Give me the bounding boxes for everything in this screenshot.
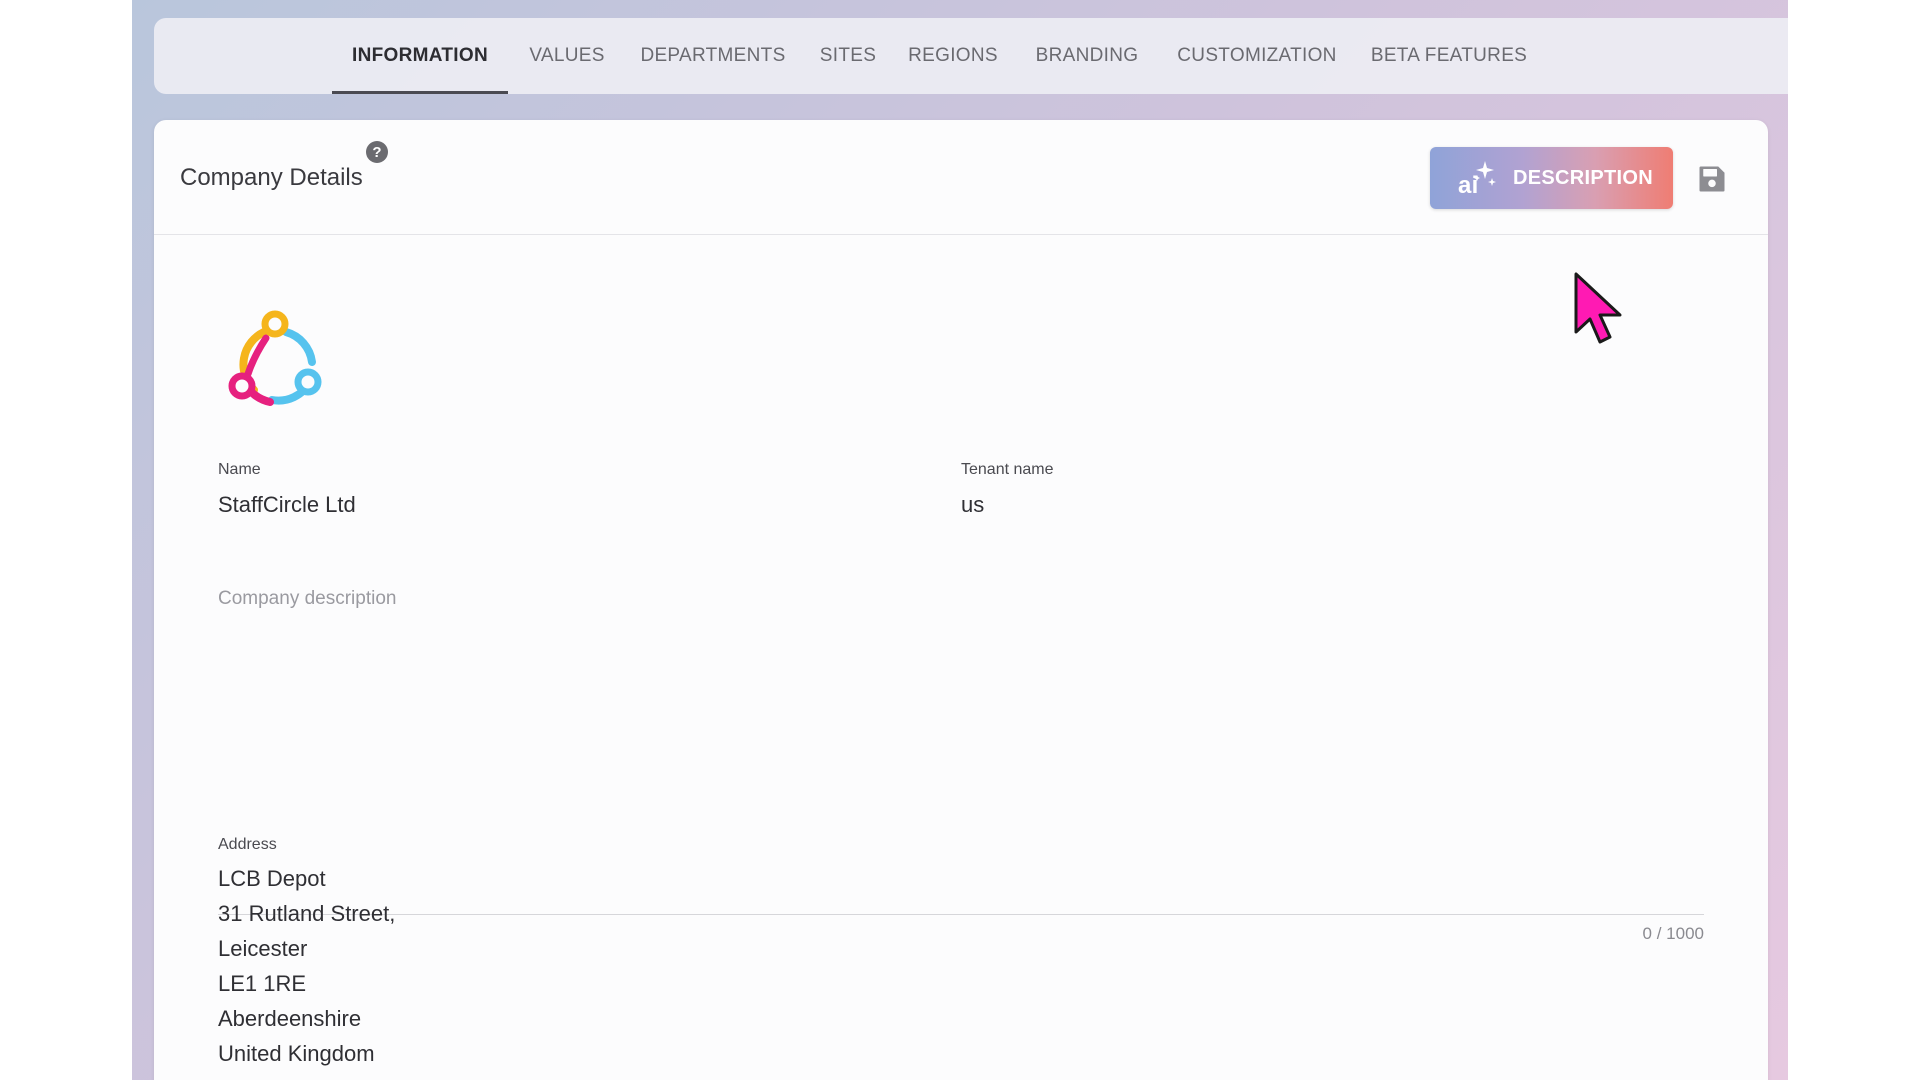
app-frame: INFORMATION VALUES DEPARTMENTS SITES REG… — [132, 0, 1788, 1080]
company-logo — [228, 310, 322, 406]
ai-icon-text: ai — [1458, 172, 1479, 197]
tenant-name-value: us — [961, 492, 985, 517]
ai-button-label: DESCRIPTION — [1513, 167, 1653, 189]
name-value: StaffCircle Ltd — [218, 492, 356, 517]
save-icon[interactable] — [1697, 164, 1727, 194]
address-line: Aberdeenshire — [218, 1006, 362, 1031]
ai-sparkle-icon: ai — [1458, 161, 1496, 197]
address-line: Leicester — [218, 936, 308, 961]
tab-customization[interactable]: CUSTOMIZATION — [1176, 18, 1338, 94]
tab-values[interactable]: VALUES — [529, 18, 604, 94]
name-label: Name — [218, 461, 261, 478]
company-description-field[interactable] — [218, 580, 1704, 915]
card-title: Company Details — [180, 164, 363, 191]
address-line: 31 Rutland Street, — [218, 901, 396, 926]
company-details-card: Company Details ? ai DESCRIPTION Name St… — [154, 120, 1768, 1080]
tab-beta-features[interactable]: BETA FEATURES — [1371, 18, 1527, 94]
address-label: Address — [218, 836, 277, 853]
ai-description-button[interactable]: ai DESCRIPTION — [1430, 147, 1673, 209]
tabs-bar: INFORMATION VALUES DEPARTMENTS SITES REG… — [154, 18, 1788, 94]
help-icon[interactable]: ? — [366, 141, 388, 163]
card-header: Company Details ? ai DESCRIPTION — [154, 120, 1768, 235]
address-line: LE1 1RE — [218, 971, 307, 996]
tab-branding[interactable]: BRANDING — [1034, 18, 1140, 94]
address-line: United Kingdom — [218, 1041, 375, 1066]
description-char-counter: 0 / 1000 — [1642, 924, 1704, 943]
address-line: LCB Depot — [218, 866, 326, 891]
tab-departments[interactable]: DEPARTMENTS — [640, 18, 785, 94]
tenant-name-label: Tenant name — [961, 461, 1054, 478]
tab-information[interactable]: INFORMATION — [332, 18, 508, 94]
tab-sites[interactable]: SITES — [820, 18, 876, 94]
tab-regions[interactable]: REGIONS — [908, 18, 997, 94]
company-description-placeholder: Company description — [218, 588, 397, 609]
